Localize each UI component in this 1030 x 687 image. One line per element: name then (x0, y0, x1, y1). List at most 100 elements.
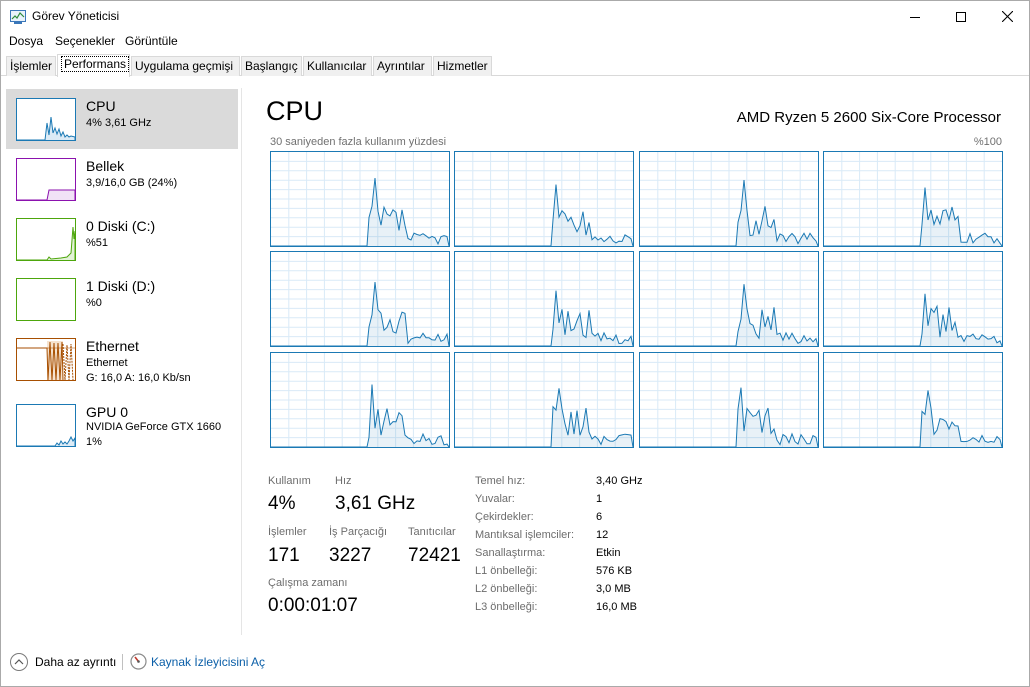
threads-value: 3227 (329, 545, 372, 566)
spec-logical-label: Mantıksal işlemciler: (475, 529, 575, 541)
uptime-label: Çalışma zamanı (268, 577, 348, 589)
tab-islemler[interactable]: İşlemler (6, 56, 56, 76)
processor-name: AMD Ryzen 5 2600 Six-Core Processor (736, 109, 1001, 126)
handles-label: Tanıtıcılar (408, 526, 456, 538)
task-manager-app-icon (10, 10, 26, 24)
processes-label: İşlemler (268, 526, 307, 538)
sidebar-cpu-name: CPU (86, 98, 116, 114)
menu-bar: Dosya Seçenekler Görüntüle (1, 32, 1029, 52)
logical-processor-graph (823, 151, 1003, 247)
spec-sockets-label: Yuvalar: (475, 493, 515, 505)
resource-sidebar: CPU 4% 3,61 GHz Bellek 3,9/16,0 GB (24%)… (1, 88, 242, 635)
sidebar-gpu-name: GPU 0 (86, 404, 129, 420)
core-usage-chart (271, 152, 449, 246)
core-usage-chart (640, 152, 818, 246)
logical-processor-graph (823, 352, 1003, 448)
page-title: CPU (266, 96, 324, 126)
open-resource-monitor-link[interactable]: Kaynak İzleyicisini Aç (151, 655, 265, 669)
usage-label: Kullanım (268, 475, 311, 487)
gpu-mini-chart (17, 435, 75, 446)
cpu-mini-chart (17, 116, 75, 140)
cpu-mini-graph (16, 98, 76, 141)
tab-hizmetler[interactable]: Hizmetler (433, 56, 492, 76)
spec-virtualization-label: Sanallaştırma: (475, 547, 546, 559)
handles-value: 72421 (408, 545, 461, 566)
tab-kullanicilar[interactable]: Kullanıcılar (303, 56, 372, 76)
uptime-value: 0:00:01:07 (268, 595, 358, 616)
sidebar-ethernet-name: Ethernet (86, 338, 139, 354)
core-usage-chart (455, 353, 633, 447)
logical-processor-graph (639, 151, 819, 247)
title-bar: Görev Yöneticisi (1, 1, 1029, 32)
core-usage-chart (455, 252, 633, 346)
sidebar-gpu-model: NVIDIA GeForce GTX 1660 (86, 421, 222, 433)
speed-value: 3,61 GHz (335, 493, 416, 514)
sidebar-disk-c-detail: %51 (86, 237, 109, 249)
core-usage-chart (271, 252, 449, 346)
disk-c-mini-chart (17, 226, 75, 260)
close-icon (1001, 11, 1013, 22)
tab-strip: İşlemler Performans Uygulama geçmişi Baş… (1, 54, 1029, 77)
window-title: Görev Yöneticisi (32, 9, 120, 23)
logical-processor-graph (270, 151, 450, 247)
tab-uygulama-gecmisi[interactable]: Uygulama geçmişi (131, 56, 240, 76)
maximize-button[interactable] (938, 1, 984, 32)
core-usage-chart (271, 353, 449, 447)
maximize-icon (956, 11, 966, 22)
menu-secenekler[interactable]: Seçenekler (55, 34, 115, 48)
sidebar-item-gpu[interactable]: GPU 0 NVIDIA GeForce GTX 1660 1% (6, 395, 238, 455)
usage-value: 4% (268, 493, 296, 514)
core-usage-chart (824, 252, 1002, 346)
sidebar-item-disk-c[interactable]: 0 Diski (C:) %51 (6, 209, 238, 269)
gpu-mini-graph (16, 404, 76, 447)
logical-processor-graph (639, 251, 819, 347)
core-usage-chart (455, 152, 633, 246)
core-usage-chart (640, 252, 818, 346)
logical-processor-graph (454, 151, 634, 247)
disk-c-mini-graph (16, 218, 76, 261)
threads-label: İş Parçacığı (329, 526, 388, 538)
logical-processor-graph (639, 352, 819, 448)
spec-base-speed-value: 3,40 GHz (596, 475, 643, 487)
logical-processor-graph (454, 251, 634, 347)
sidebar-ethernet-adapter: Ethernet (86, 357, 128, 369)
resource-monitor-icon (130, 653, 147, 670)
core-usage-chart (824, 152, 1002, 246)
tab-performans[interactable]: Performans (57, 54, 130, 77)
sidebar-disk-c-name: 0 Diski (C:) (86, 218, 156, 234)
logical-processor-graph (823, 251, 1003, 347)
spec-l3-label: L3 önbelleği: (475, 601, 538, 613)
sidebar-disk-d-name: 1 Diski (D:) (86, 278, 156, 294)
sidebar-item-ethernet[interactable]: Ethernet Ethernet G: 16,0 A: 16,0 Kb/sn (6, 329, 238, 389)
task-manager-window: Görev Yöneticisi Dosya Seçenekler Görünt… (0, 0, 1030, 687)
sidebar-item-memory[interactable]: Bellek 3,9/16,0 GB (24%) (6, 149, 238, 209)
footer-bar: Daha az ayrıntı Kaynak İzleyicisini Aç (1, 649, 1029, 679)
minimize-button[interactable] (892, 1, 938, 32)
disk-d-mini-graph (16, 278, 76, 321)
spec-sockets-value: 1 (596, 493, 603, 505)
sidebar-memory-name: Bellek (86, 158, 125, 174)
minimize-icon (910, 16, 920, 18)
spec-l3-value: 16,0 MB (596, 601, 637, 613)
tab-ayrintilar[interactable]: Ayrıntılar (373, 56, 432, 76)
ethernet-mini-chart (17, 341, 75, 380)
processes-value: 171 (268, 545, 300, 566)
sidebar-disk-d-detail: %0 (86, 297, 102, 309)
ethernet-mini-graph (16, 338, 76, 381)
logical-processor-graph (270, 251, 450, 347)
sidebar-item-cpu[interactable]: CPU 4% 3,61 GHz (6, 89, 238, 149)
logical-processor-graph (454, 352, 634, 448)
spec-cores-label: Çekirdekler: (475, 511, 534, 523)
menu-goruntule[interactable]: Görüntüle (125, 34, 178, 48)
spec-virtualization-value: Etkin (596, 547, 621, 559)
sidebar-item-disk-d[interactable]: 1 Diski (D:) %0 (6, 269, 238, 329)
chevron-up-icon[interactable] (10, 653, 28, 671)
logical-processor-graph (270, 352, 450, 448)
close-button[interactable] (984, 1, 1030, 32)
tab-baslangic[interactable]: Başlangıç (241, 56, 302, 76)
graph-caption: 30 saniyeden fazla kullanım yüzdesi (270, 136, 447, 148)
fewer-details-link[interactable]: Daha az ayrıntı (35, 655, 116, 669)
spec-base-speed-label: Temel hız: (475, 475, 526, 487)
speed-label: Hız (335, 475, 352, 487)
menu-dosya[interactable]: Dosya (9, 34, 43, 48)
